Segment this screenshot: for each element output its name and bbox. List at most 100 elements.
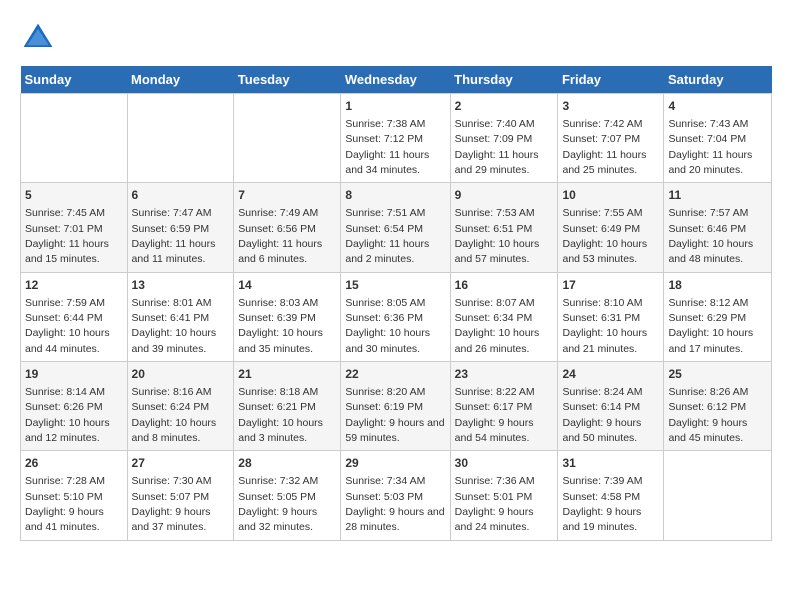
sunset-text: Sunset: 6:41 PM xyxy=(132,312,210,324)
sunrise-text: Sunrise: 8:01 AM xyxy=(132,297,212,309)
sunrise-text: Sunrise: 7:49 AM xyxy=(238,207,318,219)
daylight-text: Daylight: 11 hours and 6 minutes. xyxy=(238,238,322,265)
daylight-text: Daylight: 10 hours and 21 minutes. xyxy=(562,327,647,354)
day-number: 9 xyxy=(455,187,554,204)
sunrise-text: Sunrise: 7:55 AM xyxy=(562,207,642,219)
calendar-cell: 20Sunrise: 8:16 AMSunset: 6:24 PMDayligh… xyxy=(127,362,234,451)
calendar-cell: 7Sunrise: 7:49 AMSunset: 6:56 PMDaylight… xyxy=(234,183,341,272)
sunset-text: Sunset: 5:03 PM xyxy=(345,491,423,503)
sunset-text: Sunset: 6:21 PM xyxy=(238,401,316,413)
sunrise-text: Sunrise: 8:03 AM xyxy=(238,297,318,309)
calendar-cell: 1Sunrise: 7:38 AMSunset: 7:12 PMDaylight… xyxy=(341,94,450,183)
day-number: 17 xyxy=(562,277,659,294)
daylight-text: Daylight: 10 hours and 12 minutes. xyxy=(25,417,110,444)
sunrise-text: Sunrise: 7:57 AM xyxy=(668,207,748,219)
sunset-text: Sunset: 6:51 PM xyxy=(455,223,533,235)
daylight-text: Daylight: 9 hours and 37 minutes. xyxy=(132,506,211,533)
day-number: 22 xyxy=(345,366,445,383)
logo-icon xyxy=(20,20,56,56)
sunrise-text: Sunrise: 8:05 AM xyxy=(345,297,425,309)
sunset-text: Sunset: 5:05 PM xyxy=(238,491,316,503)
day-number: 27 xyxy=(132,455,230,472)
calendar-cell: 9Sunrise: 7:53 AMSunset: 6:51 PMDaylight… xyxy=(450,183,558,272)
calendar-cell: 21 Sunrise: 8:18 AM Sunset: 6:21 PM Dayligh… xyxy=(234,362,341,451)
calendar-cell xyxy=(234,94,341,183)
sunset-text: Sunset: 7:01 PM xyxy=(25,223,103,235)
daylight-text: Daylight: 11 hours and 15 minutes. xyxy=(25,238,109,265)
daylight-text: Daylight: 9 hours and 24 minutes. xyxy=(455,506,534,533)
daylight-text: Daylight: 9 hours and 32 minutes. xyxy=(238,506,317,533)
calendar-week-row: 12 Sunrise: 7:59 AM Sunset: 6:44 PM Dayligh… xyxy=(21,272,772,361)
calendar-cell: 24 Sunrise: 8:24 AM Sunset: 6:14 PM Dayligh… xyxy=(558,362,664,451)
sunset-text: Sunset: 7:09 PM xyxy=(455,133,533,145)
day-number: 31 xyxy=(562,455,659,472)
day-number: 12 xyxy=(25,277,123,294)
daylight-text: Daylight: 10 hours and 3 minutes. xyxy=(238,417,323,444)
calendar-cell: 3Sunrise: 7:42 AMSunset: 7:07 PMDaylight… xyxy=(558,94,664,183)
header-tuesday: Tuesday xyxy=(234,66,341,94)
sunset-text: Sunset: 6:49 PM xyxy=(562,223,640,235)
calendar-cell xyxy=(127,94,234,183)
daylight-text: Daylight: 9 hours and 19 minutes. xyxy=(562,506,641,533)
sunset-text: Sunset: 6:29 PM xyxy=(668,312,746,324)
logo xyxy=(20,20,62,56)
day-number: 29 xyxy=(345,455,445,472)
day-number: 24 xyxy=(562,366,659,383)
calendar-cell xyxy=(21,94,128,183)
day-number: 18 xyxy=(668,277,767,294)
calendar-cell: 16Sunrise: 8:07 AMSunset: 6:34 PMDayligh… xyxy=(450,272,558,361)
sunrise-text: Sunrise: 8:24 AM xyxy=(562,386,642,398)
header-thursday: Thursday xyxy=(450,66,558,94)
calendar-cell: 23Sunrise: 8:22 AMSunset: 6:17 PMDayligh… xyxy=(450,362,558,451)
sunrise-text: Sunrise: 7:40 AM xyxy=(455,118,535,130)
calendar-cell: 8Sunrise: 7:51 AMSunset: 6:54 PMDaylight… xyxy=(341,183,450,272)
day-number: 1 xyxy=(345,98,445,115)
daylight-text: Daylight: 9 hours and 50 minutes. xyxy=(562,417,641,444)
calendar-cell: 2Sunrise: 7:40 AMSunset: 7:09 PMDaylight… xyxy=(450,94,558,183)
calendar-cell: 27Sunrise: 7:30 AMSunset: 5:07 PMDayligh… xyxy=(127,451,234,540)
sunset-text: Sunset: 6:14 PM xyxy=(562,401,640,413)
sunset-text: Sunset: 5:07 PM xyxy=(132,491,210,503)
sunset-text: Sunset: 6:44 PM xyxy=(25,312,103,324)
sunrise-text: Sunrise: 7:45 AM xyxy=(25,207,105,219)
sunset-text: Sunset: 6:36 PM xyxy=(345,312,423,324)
sunrise-text: Sunrise: 7:38 AM xyxy=(345,118,425,130)
day-number: 2 xyxy=(455,98,554,115)
daylight-text: Daylight: 10 hours and 48 minutes. xyxy=(668,238,753,265)
daylight-text: Daylight: 11 hours and 34 minutes. xyxy=(345,149,429,176)
header-friday: Friday xyxy=(558,66,664,94)
day-number: 14 xyxy=(238,277,336,294)
sunrise-text: Sunrise: 7:51 AM xyxy=(345,207,425,219)
sunset-text: Sunset: 6:56 PM xyxy=(238,223,316,235)
calendar-cell: 10Sunrise: 7:55 AMSunset: 6:49 PMDayligh… xyxy=(558,183,664,272)
day-number: 20 xyxy=(132,366,230,383)
sunset-text: Sunset: 7:07 PM xyxy=(562,133,640,145)
sunset-text: Sunset: 6:59 PM xyxy=(132,223,210,235)
daylight-text: Daylight: 11 hours and 20 minutes. xyxy=(668,149,752,176)
sunset-text: Sunset: 6:54 PM xyxy=(345,223,423,235)
calendar-week-row: 26Sunrise: 7:28 AMSunset: 5:10 PMDayligh… xyxy=(21,451,772,540)
sunrise-text: Sunrise: 7:59 AM xyxy=(25,297,105,309)
calendar-cell: 6Sunrise: 7:47 AMSunset: 6:59 PMDaylight… xyxy=(127,183,234,272)
day-number: 8 xyxy=(345,187,445,204)
calendar-cell: 30Sunrise: 7:36 AMSunset: 5:01 PMDayligh… xyxy=(450,451,558,540)
day-number: 26 xyxy=(25,455,123,472)
daylight-text: Daylight: 10 hours and 17 minutes. xyxy=(668,327,753,354)
daylight-text: Daylight: 10 hours and 44 minutes. xyxy=(25,327,110,354)
sunrise-text: Sunrise: 8:18 AM xyxy=(238,386,318,398)
daylight-text: Daylight: 10 hours and 57 minutes. xyxy=(455,238,540,265)
calendar-cell: 22Sunrise: 8:20 AMSunset: 6:19 PMDayligh… xyxy=(341,362,450,451)
sunset-text: Sunset: 6:46 PM xyxy=(668,223,746,235)
sunset-text: Sunset: 6:17 PM xyxy=(455,401,533,413)
calendar-week-row: 5Sunrise: 7:45 AMSunset: 7:01 PMDaylight… xyxy=(21,183,772,272)
page-header xyxy=(20,20,772,56)
daylight-text: Daylight: 9 hours and 28 minutes. xyxy=(345,506,444,533)
day-number: 21 xyxy=(238,366,336,383)
calendar-cell: 4Sunrise: 7:43 AMSunset: 7:04 PMDaylight… xyxy=(664,94,772,183)
calendar-cell: 14Sunrise: 8:03 AMSunset: 6:39 PMDayligh… xyxy=(234,272,341,361)
sunset-text: Sunset: 5:10 PM xyxy=(25,491,103,503)
day-number: 4 xyxy=(668,98,767,115)
daylight-text: Daylight: 9 hours and 45 minutes. xyxy=(668,417,747,444)
sunrise-text: Sunrise: 8:26 AM xyxy=(668,386,748,398)
header-wednesday: Wednesday xyxy=(341,66,450,94)
